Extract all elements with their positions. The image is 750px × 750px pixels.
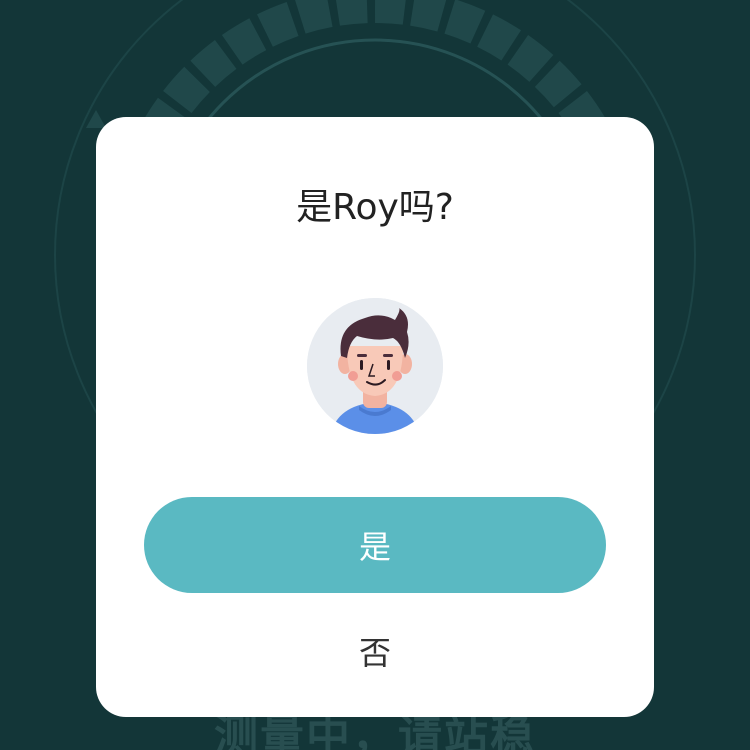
user-avatar-icon [307, 298, 443, 434]
user-confirm-dialog: 是Roy吗? 是 否 [96, 117, 654, 717]
measurement-screen: 测量中，请站稳 是Roy吗? 是 否 [0, 0, 750, 750]
dialog-title: 是Roy吗? [296, 187, 454, 228]
confirm-yes-button[interactable]: 是 [144, 497, 606, 593]
deny-no-button[interactable]: 否 [275, 625, 475, 677]
